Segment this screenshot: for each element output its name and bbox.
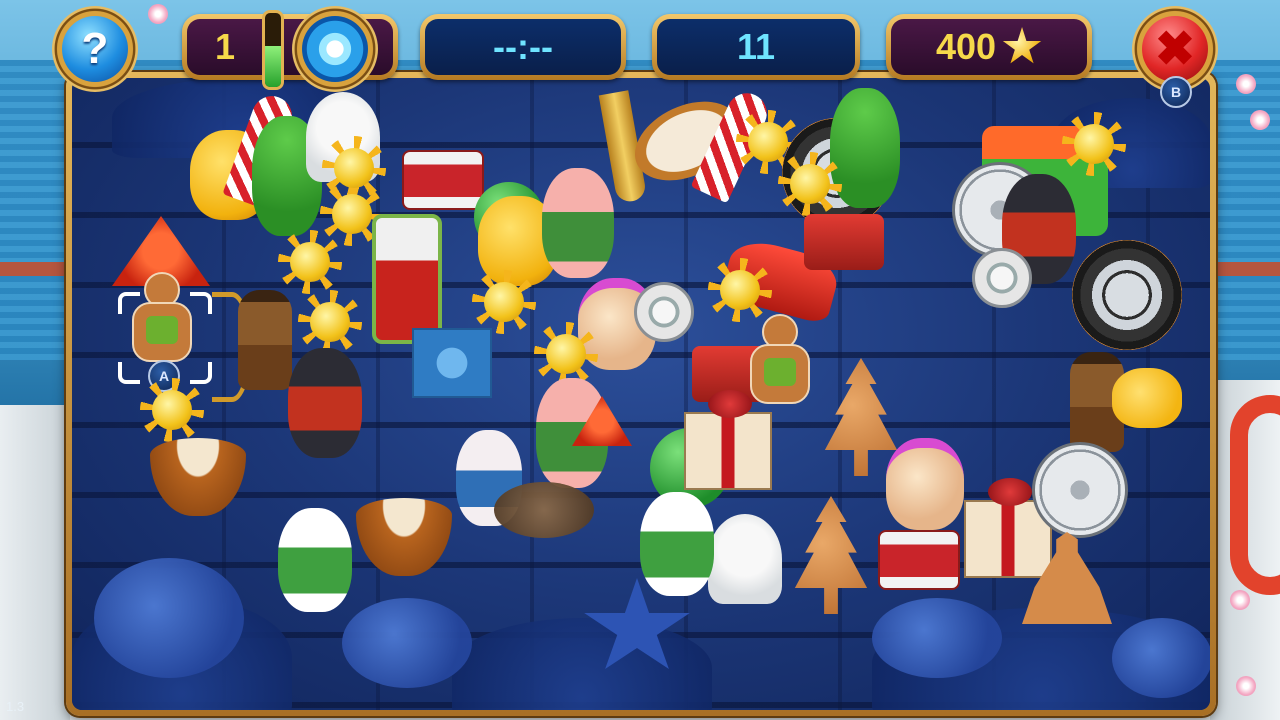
- seashell[interactable]: [872, 598, 1002, 678]
- snare-drum[interactable]: [402, 150, 484, 210]
- game-board-frame: A: [66, 72, 1216, 716]
- timer-panel: --:--: [420, 14, 626, 80]
- sun-token[interactable]: [140, 378, 204, 442]
- items-remaining-panel: 11: [652, 14, 860, 80]
- version-label: 1.3: [6, 699, 25, 714]
- ship-deck-left: [0, 405, 70, 720]
- score-value: 400: [935, 26, 997, 67]
- sun-token[interactable]: [472, 270, 536, 334]
- sun-token[interactable]: [298, 290, 362, 354]
- seashell[interactable]: [94, 558, 244, 678]
- headlight[interactable]: [972, 248, 1032, 308]
- cherry-blossom: [1230, 590, 1250, 610]
- items-remaining-count: 11: [657, 19, 855, 75]
- sun-token[interactable]: [778, 152, 842, 216]
- djembe-drum[interactable]: [238, 290, 292, 390]
- brake-disk[interactable]: [1032, 442, 1128, 538]
- question-mark-icon: ?: [62, 16, 128, 82]
- score-panel: 400: [886, 14, 1092, 80]
- hint-charge-bar: [262, 10, 284, 90]
- cow[interactable]: [640, 492, 714, 596]
- hints-count: 1: [215, 26, 236, 67]
- lifebuoy: [1230, 395, 1280, 595]
- headlight[interactable]: [634, 282, 694, 342]
- red-armchair[interactable]: [804, 214, 884, 270]
- seashell[interactable]: [1112, 618, 1210, 698]
- red-x-icon: ✖: [1142, 16, 1208, 82]
- snare-drum[interactable]: [878, 530, 960, 590]
- rock-with-moss[interactable]: [494, 482, 594, 538]
- sun-token[interactable]: [278, 230, 342, 294]
- car-tire[interactable]: [1072, 240, 1182, 350]
- blue-gift-box[interactable]: [412, 328, 492, 398]
- coral: [452, 618, 712, 710]
- gift-box[interactable]: [684, 390, 772, 490]
- cherry-blossom: [1250, 110, 1270, 130]
- sun-burst-icon: [302, 16, 368, 82]
- unicorn[interactable]: [886, 438, 964, 530]
- sun-token[interactable]: [1062, 112, 1126, 176]
- white-egg-chair[interactable]: [708, 514, 782, 604]
- hidden-object-board[interactable]: A: [72, 78, 1210, 710]
- seashell[interactable]: [342, 598, 472, 688]
- pig[interactable]: [542, 168, 614, 278]
- hud-bar: ? 1 --:-- 11 400 ✖ B: [0, 0, 1280, 108]
- hint-button[interactable]: [292, 6, 378, 92]
- yellow-cat[interactable]: [1112, 368, 1182, 428]
- cow[interactable]: [278, 508, 352, 612]
- gamepad-b-hint: B: [1160, 76, 1192, 108]
- timer-display: --:--: [425, 19, 621, 75]
- sun-token[interactable]: [534, 322, 598, 386]
- help-button[interactable]: ?: [52, 6, 138, 92]
- cherry-blossom: [1236, 676, 1256, 696]
- gorilla[interactable]: [288, 348, 362, 458]
- hint-charge-fill: [265, 46, 281, 87]
- christmas-stocking[interactable]: [372, 214, 442, 344]
- gold-star-icon: [1002, 27, 1042, 64]
- sun-token[interactable]: [708, 258, 772, 322]
